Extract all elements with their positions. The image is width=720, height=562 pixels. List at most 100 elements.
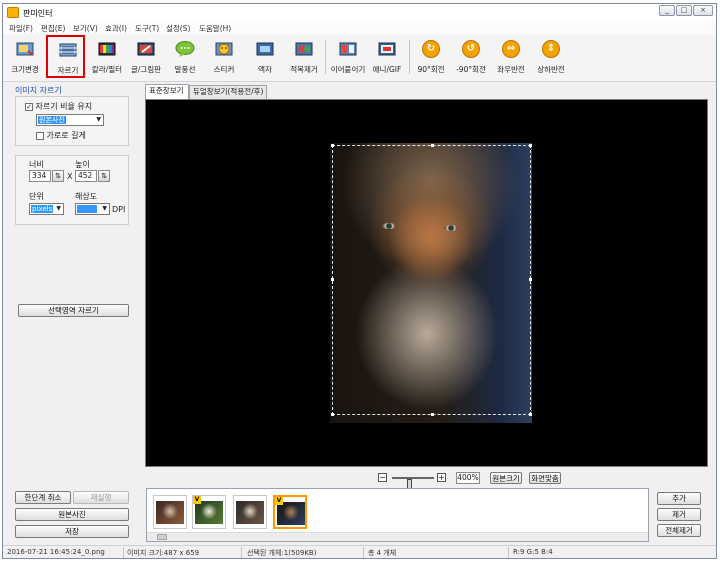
portrait-option[interactable]: 가로로 길게 xyxy=(36,130,86,141)
status-separator xyxy=(241,547,242,558)
crop-panel: 이미지 자르기 ✓ 자르기 비율 유지 원본사진 ▼ 가로로 길게 너비 높이 … xyxy=(3,83,138,550)
maximize-button[interactable]: □ xyxy=(676,5,692,16)
zoom-slider[interactable] xyxy=(392,477,434,489)
unit-label: 단위 xyxy=(29,192,44,201)
thumbnail[interactable] xyxy=(153,495,187,529)
keep-ratio-option[interactable]: ✓ 자르기 비율 유지 xyxy=(25,101,92,112)
selection-handle[interactable] xyxy=(331,413,334,416)
tool-red-eye[interactable]: 적목제거 xyxy=(284,36,324,78)
menu-settings[interactable]: 설정(S) xyxy=(166,23,190,34)
menu-tools[interactable]: 도구(T) xyxy=(135,23,159,34)
zoom-bar: − + 400% 원본크기 화면맞춤 xyxy=(378,471,568,489)
thumbnail-strip: V V xyxy=(146,488,649,542)
tab-dual-view[interactable]: 듀얼창보기(적용전/후) xyxy=(189,85,267,99)
unit-select[interactable]: pixels ▼ xyxy=(29,203,64,215)
chevron-down-icon: ▼ xyxy=(102,205,107,212)
remove-button[interactable]: 제거 xyxy=(657,508,701,521)
tab-standard-view[interactable]: 표준창보기 xyxy=(145,84,189,99)
tool-flip-vertical[interactable]: ⇕ 상하반전 xyxy=(531,36,571,78)
gif-icon xyxy=(378,42,396,56)
selection-handle[interactable] xyxy=(331,278,334,281)
thumbnail-selected[interactable]: V xyxy=(273,495,307,529)
text-drawing-icon xyxy=(137,42,155,56)
chevron-down-icon: ▼ xyxy=(56,205,61,212)
thumbnail-scrollbar[interactable] xyxy=(147,532,648,541)
flip-vertical-icon: ⇕ xyxy=(542,40,560,58)
crop-icon xyxy=(59,43,77,57)
status-separator xyxy=(363,547,364,558)
tool-label: 상하반전 xyxy=(537,65,565,74)
selection-handle[interactable] xyxy=(431,144,434,147)
menu-help[interactable]: 도움말(H) xyxy=(199,23,231,34)
ratio-select[interactable]: 원본사진 ▼ xyxy=(36,114,104,126)
dpi-label: 해상도 xyxy=(75,192,98,201)
red-eye-icon xyxy=(295,42,313,56)
tool-sticker[interactable]: 스티커 xyxy=(204,36,244,78)
selection-handle[interactable] xyxy=(431,413,434,416)
status-separator xyxy=(123,547,124,558)
selection-handle[interactable] xyxy=(529,144,532,147)
width-field[interactable]: 334 xyxy=(29,170,51,182)
status-image-size: 이미지 크기:487 x 659 xyxy=(127,549,200,557)
chevron-down-icon: ▼ xyxy=(96,116,101,123)
menu-bar: 파일(F) 편집(E) 보기(V) 효과(I) 도구(T) 설정(S) 도움말(… xyxy=(3,21,716,34)
speech-bubble-icon xyxy=(175,41,195,57)
image-canvas[interactable] xyxy=(145,99,708,467)
zoom-in-button[interactable]: + xyxy=(437,473,446,482)
crop-selection-rectangle[interactable] xyxy=(331,144,532,416)
thumbnail-marker: V xyxy=(193,496,201,504)
selection-handle[interactable] xyxy=(529,278,532,281)
undo-button[interactable]: 한단계 취소 xyxy=(15,491,71,504)
height-label: 높이 xyxy=(75,160,90,169)
thumbnail-marker: V xyxy=(275,497,283,505)
keep-ratio-checkbox[interactable]: ✓ xyxy=(25,102,33,111)
selection-handle[interactable] xyxy=(529,413,532,416)
add-button[interactable]: 추가 xyxy=(657,492,701,505)
menu-view[interactable]: 보기(V) xyxy=(73,23,98,34)
frame-icon xyxy=(256,42,274,56)
save-button[interactable]: 저장 xyxy=(15,525,129,538)
window-title: 판미인터 xyxy=(23,9,53,18)
thumbnail[interactable]: V xyxy=(192,495,226,529)
tool-gif[interactable]: 애니/GIF xyxy=(367,36,407,78)
times-sign: X xyxy=(67,172,73,181)
ratio-selected-value: 원본사진 xyxy=(38,116,66,124)
original-size-button[interactable]: 원본크기 xyxy=(490,472,522,484)
dpi-select[interactable]: ▼ xyxy=(75,203,110,215)
menu-file[interactable]: 파일(F) xyxy=(9,23,33,34)
height-field[interactable]: 452 xyxy=(75,170,97,182)
thumbnail-image xyxy=(236,501,264,524)
app-logo-icon xyxy=(7,7,19,18)
crop-selection-button[interactable]: 선택영역 자르기 xyxy=(18,304,129,317)
panel-title: 이미지 자르기 xyxy=(15,86,62,95)
minimize-button[interactable]: _ xyxy=(659,5,675,16)
unit-selected-value: pixels xyxy=(31,205,54,213)
merge-icon xyxy=(339,42,357,56)
sticker-icon xyxy=(215,42,233,56)
ratio-group: ✓ 자르기 비율 유지 원본사진 ▼ 가로로 길게 xyxy=(15,96,129,146)
original-photo-button[interactable]: 원본사진 xyxy=(15,508,129,521)
resize-icon xyxy=(16,42,34,56)
close-button[interactable]: × xyxy=(693,5,713,16)
menu-effects[interactable]: 효과(I) xyxy=(105,23,127,34)
tool-crop[interactable]: 자르기 xyxy=(46,35,85,78)
thumbnail-image xyxy=(156,501,184,524)
keep-ratio-label: 자르기 비율 유지 xyxy=(35,102,93,111)
zoom-out-button[interactable]: − xyxy=(378,473,387,482)
tool-resize[interactable]: 크기변경 xyxy=(5,36,45,78)
redo-button[interactable]: 재실행 xyxy=(73,491,129,504)
selection-handle[interactable] xyxy=(331,144,334,147)
toolbar: 크기변경 자르기 칼라/필터 글/그림판 말풍선 스티커 액자 적목제거 이어붙… xyxy=(3,34,716,82)
menu-edit[interactable]: 편집(E) xyxy=(41,23,65,34)
height-lock-button[interactable]: ⇅ xyxy=(98,170,110,182)
scrollbar-thumb[interactable] xyxy=(157,534,167,540)
flip-horizontal-icon: ⇔ xyxy=(502,40,520,58)
status-total: 총 4 개체 xyxy=(368,549,397,557)
width-lock-button[interactable]: ⇅ xyxy=(52,170,64,182)
fit-screen-button[interactable]: 화면맞춤 xyxy=(529,472,561,484)
thumbnail[interactable] xyxy=(233,495,267,529)
portrait-label: 가로로 길게 xyxy=(46,131,86,140)
portrait-checkbox[interactable] xyxy=(36,131,44,140)
remove-all-button[interactable]: 전체제거 xyxy=(657,524,701,537)
size-group: 너비 높이 334 ⇅ X 452 ⇅ 단위 해상도 pixels ▼ ▼ DP… xyxy=(15,155,129,225)
